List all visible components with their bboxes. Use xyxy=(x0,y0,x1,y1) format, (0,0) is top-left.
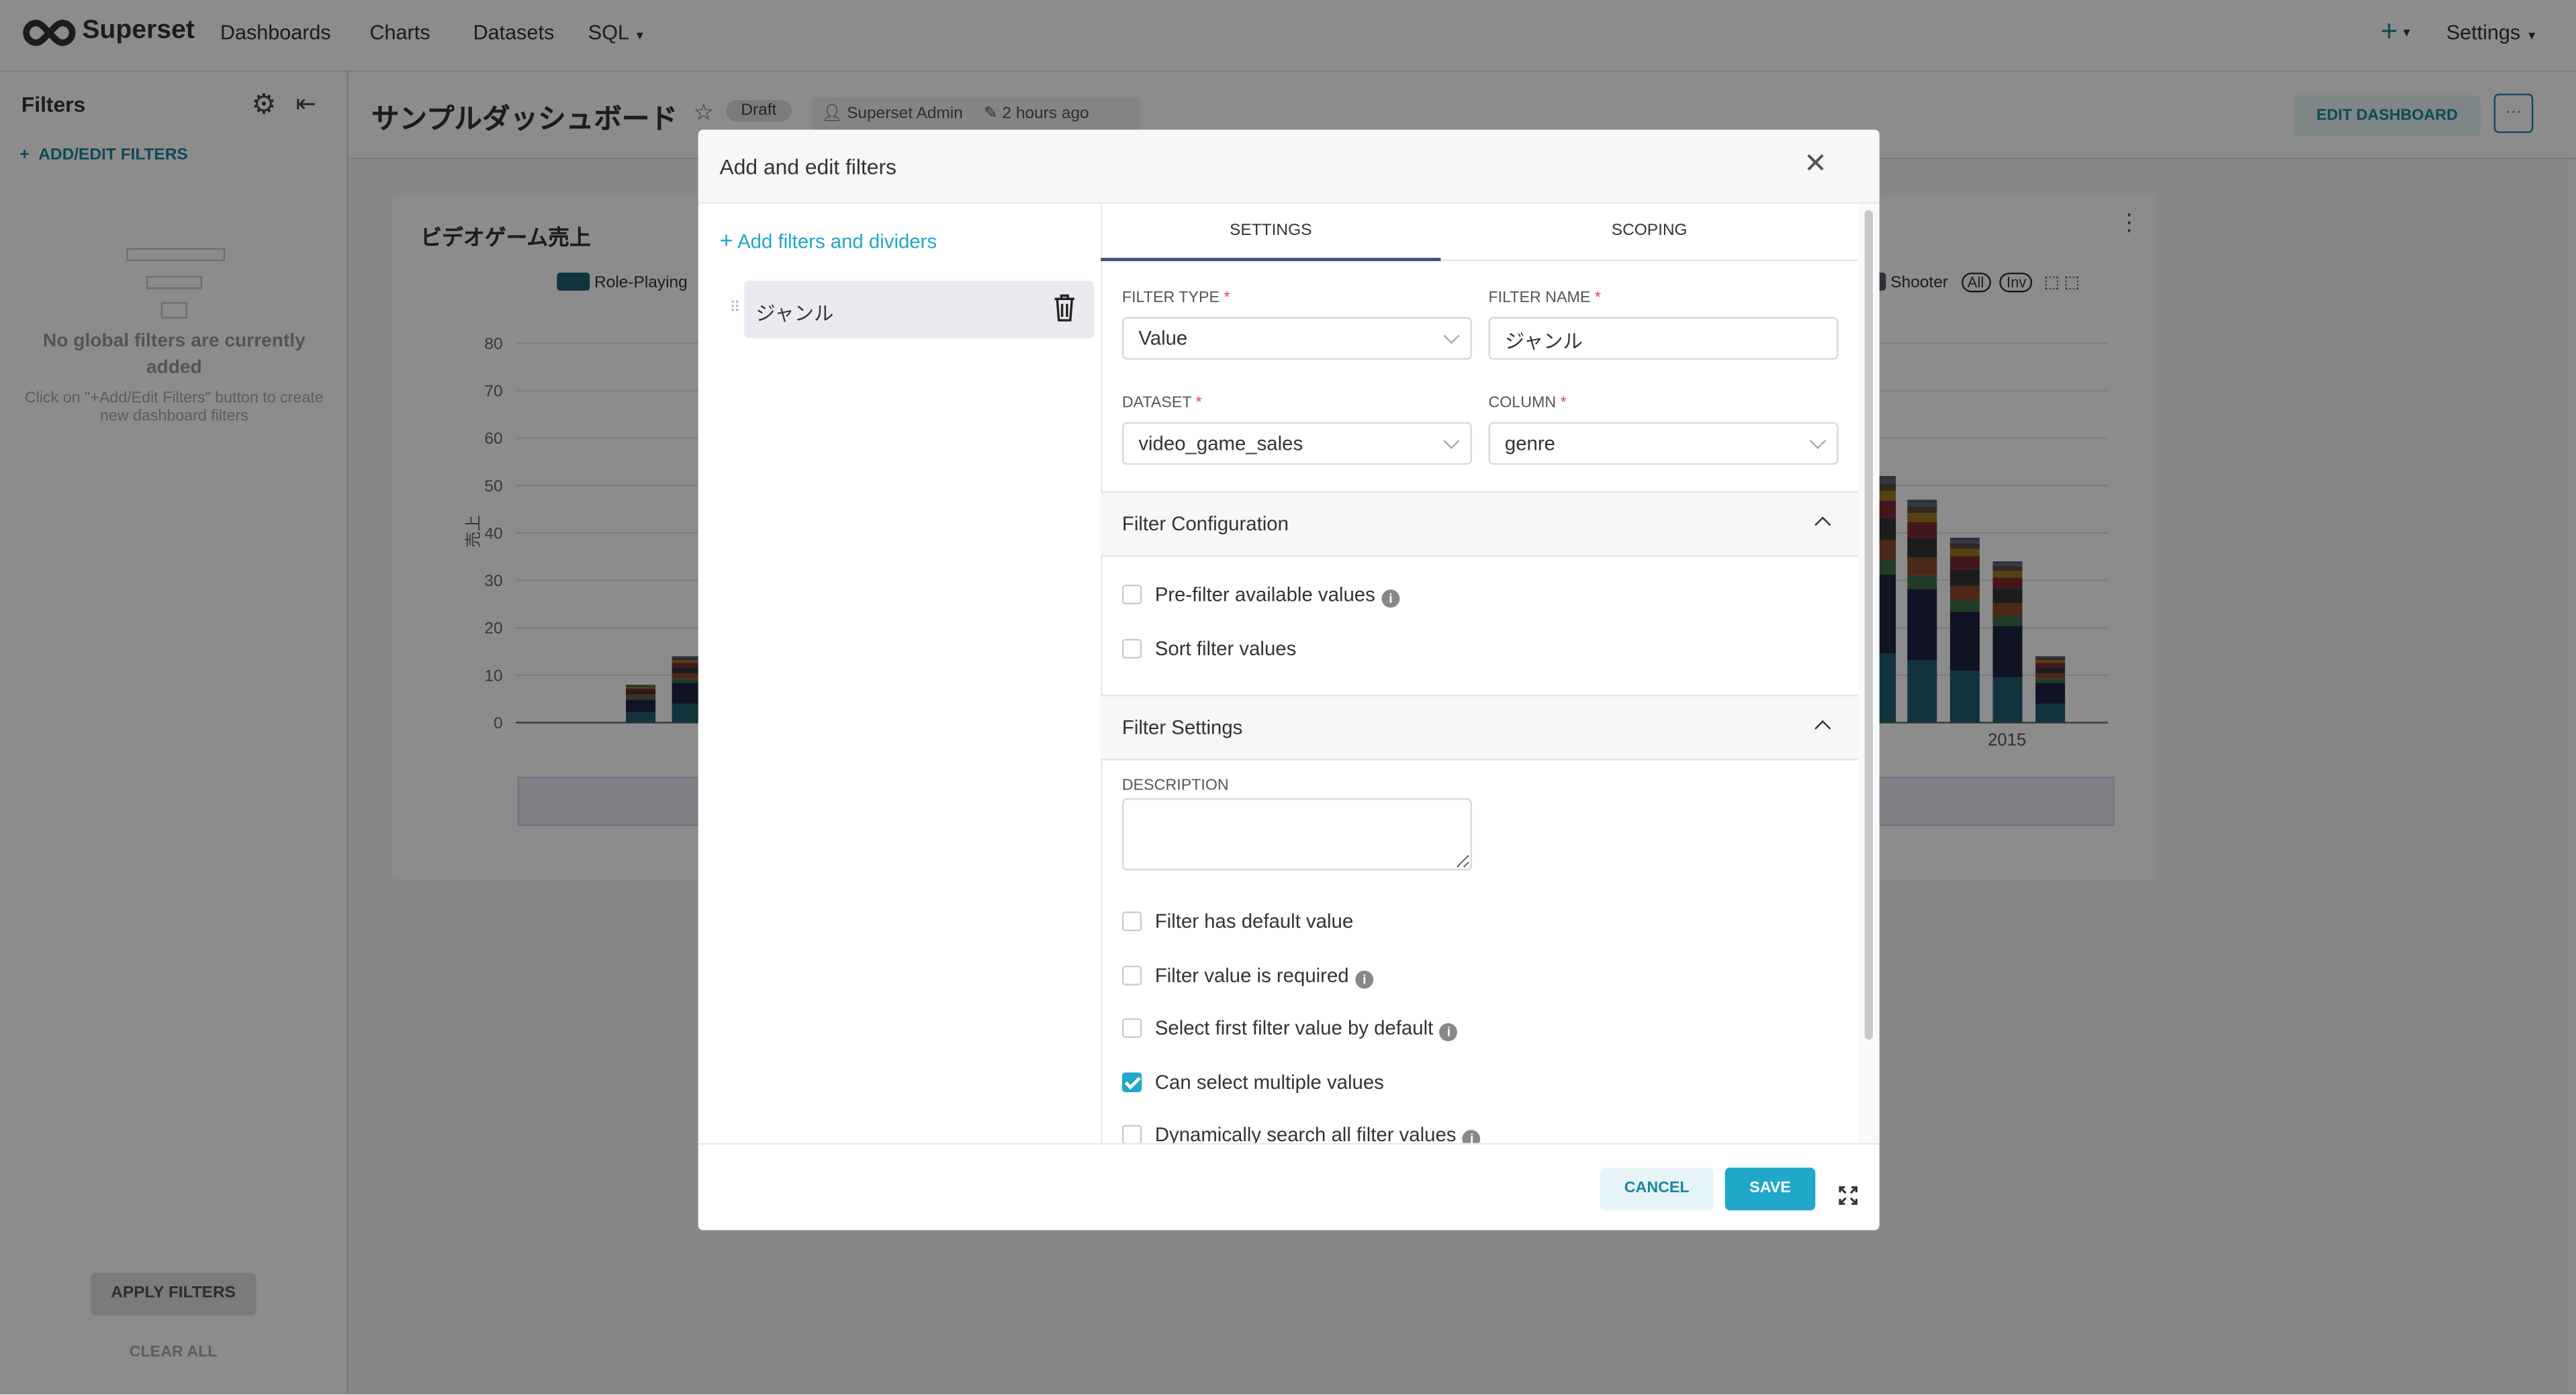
add-filters-label: Add filters and dividers xyxy=(737,230,937,253)
filter-configuration-header[interactable]: Filter Configuration xyxy=(1101,491,1858,557)
checkbox[interactable] xyxy=(1121,1124,1142,1143)
dataset-select[interactable]: video_game_sales xyxy=(1121,422,1472,465)
info-icon[interactable]: i xyxy=(1355,969,1374,988)
checkbox-label: Filter value is required i xyxy=(1155,963,1374,988)
filter-name-label: FILTER NAME * xyxy=(1488,289,1601,307)
modal-header: Add and edit filters ✕ xyxy=(698,130,1880,204)
tab-settings[interactable]: SETTINGS xyxy=(1101,203,1441,261)
tab-scoping[interactable]: SCOPING xyxy=(1440,203,1857,259)
checkbox[interactable] xyxy=(1121,638,1142,659)
filter-list-panel: + Add filters and dividers ⠿ ジャンル xyxy=(698,203,1103,1143)
dataset-label: DATASET * xyxy=(1121,394,1202,413)
chevron-down-icon xyxy=(1809,432,1827,449)
section-title: Filter Configuration xyxy=(1121,512,1289,536)
chevron-down-icon xyxy=(1443,328,1460,344)
chevron-up-icon xyxy=(1814,516,1831,533)
trash-icon[interactable] xyxy=(1053,294,1076,322)
filter-settings-panel: SETTINGS SCOPING FILTER TYPE * Value FIL… xyxy=(1101,203,1858,1143)
fullscreen-icon[interactable] xyxy=(1839,1186,1858,1205)
filter-item-name: ジャンル xyxy=(755,302,834,326)
filter-name-input[interactable]: ジャンル xyxy=(1488,317,1839,360)
drag-handle-icon[interactable]: ⠿ xyxy=(729,299,740,317)
scrollbar-track[interactable] xyxy=(1857,203,1880,1143)
checkbox[interactable] xyxy=(1121,911,1142,932)
checkbox-label: Filter has default value xyxy=(1154,910,1354,933)
modal-title: Add and edit filters xyxy=(719,154,896,179)
checkbox-label: Pre-filter available values i xyxy=(1155,583,1400,608)
column-select[interactable]: genre xyxy=(1488,422,1839,465)
checkbox-label: Select first filter value by default i xyxy=(1155,1016,1458,1042)
checkbox-label: Can select multiple values xyxy=(1154,1069,1384,1094)
chevron-up-icon xyxy=(1814,720,1831,737)
dataset-value: video_game_sales xyxy=(1138,432,1303,455)
filters-modal: Add and edit filters ✕ + Add filters and… xyxy=(698,130,1880,1231)
scrollbar-thumb[interactable] xyxy=(1864,210,1873,1040)
info-icon[interactable]: i xyxy=(1381,589,1400,608)
close-icon[interactable]: ✕ xyxy=(1804,148,1827,181)
description-label: DESCRIPTION xyxy=(1121,777,1229,796)
checkbox[interactable] xyxy=(1121,584,1142,605)
column-label: COLUMN * xyxy=(1488,394,1567,413)
filter-list-item[interactable]: ジャンル xyxy=(744,281,1095,338)
cancel-button[interactable]: CANCEL xyxy=(1600,1167,1714,1210)
checkbox-label: Sort filter values xyxy=(1154,637,1297,661)
info-icon[interactable]: i xyxy=(1440,1023,1458,1042)
checkbox-label: Dynamically search all filter values i xyxy=(1155,1123,1481,1143)
plus-icon: + xyxy=(719,226,733,253)
filter-settings-header[interactable]: Filter Settings xyxy=(1101,694,1858,761)
tabs: SETTINGS SCOPING xyxy=(1101,203,1858,261)
column-value: genre xyxy=(1504,432,1556,455)
modal-footer: CANCEL SAVE xyxy=(698,1143,1880,1231)
add-filters-button[interactable]: + Add filters and dividers xyxy=(720,227,937,253)
chevron-down-icon xyxy=(1443,432,1460,449)
filter-type-value: Value xyxy=(1138,326,1188,350)
save-button[interactable]: SAVE xyxy=(1724,1167,1816,1210)
description-textarea[interactable] xyxy=(1121,798,1472,871)
checkbox[interactable] xyxy=(1121,965,1142,985)
filter-type-label: FILTER TYPE * xyxy=(1121,289,1230,307)
section-title: Filter Settings xyxy=(1121,716,1243,739)
checkbox[interactable] xyxy=(1121,1071,1142,1092)
checkbox[interactable] xyxy=(1121,1018,1142,1039)
filter-type-select[interactable]: Value xyxy=(1121,317,1472,360)
info-icon[interactable]: i xyxy=(1463,1130,1481,1143)
